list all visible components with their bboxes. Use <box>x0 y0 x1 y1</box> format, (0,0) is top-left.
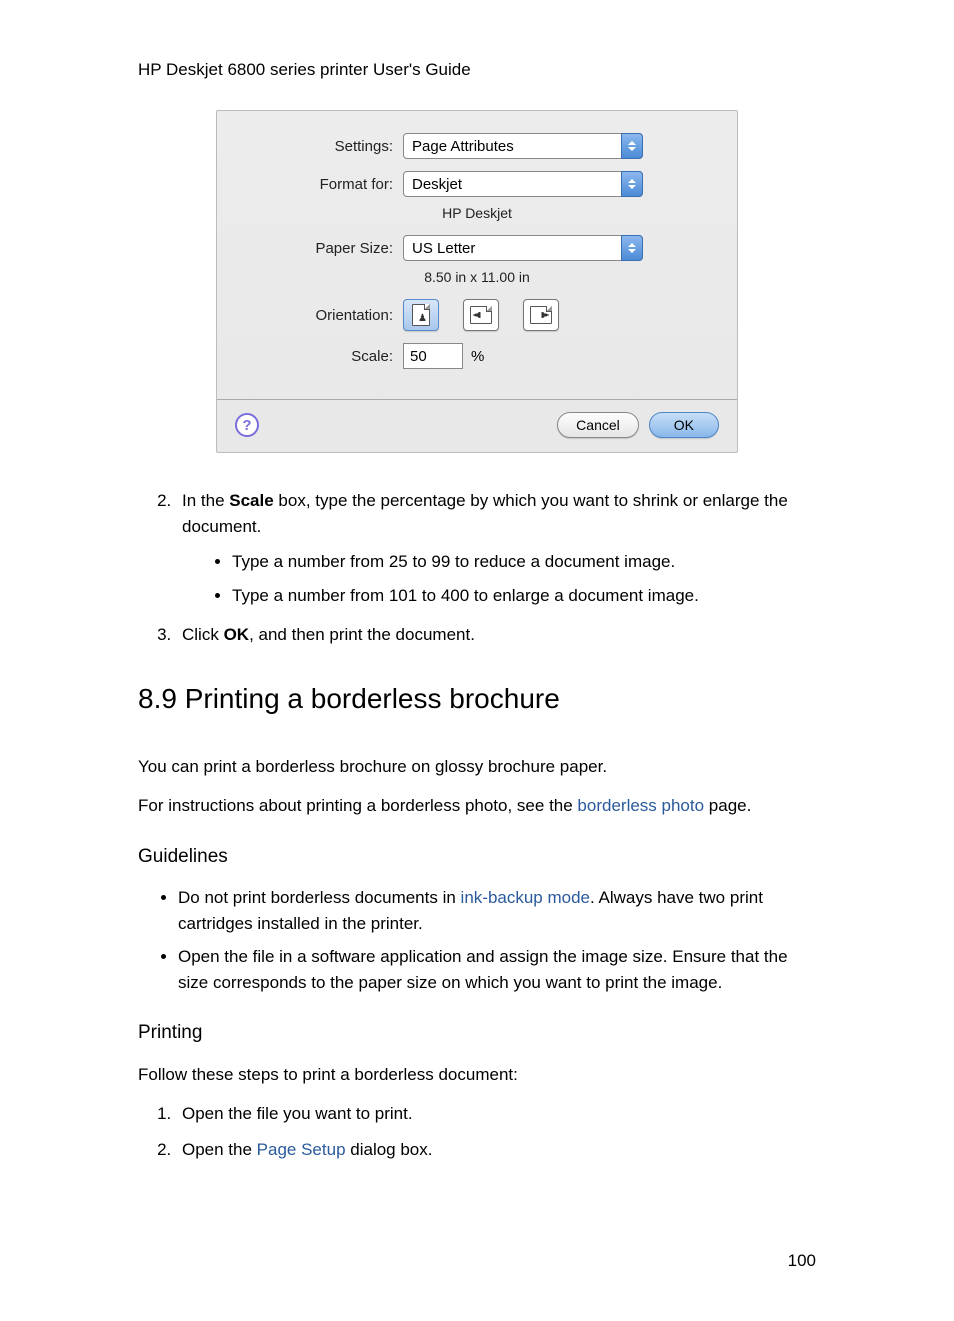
printing-step-1: Open the file you want to print. <box>176 1101 816 1127</box>
ok-button[interactable]: OK <box>649 412 719 438</box>
format-for-subtext: HP Deskjet <box>245 205 709 221</box>
guidelines-heading: Guidelines <box>138 843 816 872</box>
step-2-bullet-1: Type a number from 25 to 99 to reduce a … <box>232 549 816 575</box>
borderless-photo-link[interactable]: borderless photo <box>577 796 704 815</box>
intro-paragraph-2: For instructions about printing a border… <box>138 793 816 819</box>
orientation-landscape-right-button[interactable]: ♟ <box>523 299 559 331</box>
section-heading: 8.9 Printing a borderless brochure <box>138 678 816 720</box>
page-landscape-icon: ♟ <box>530 306 552 324</box>
scale-suffix: % <box>471 348 484 365</box>
scale-input[interactable] <box>403 343 463 369</box>
page-setup-dialog: Settings: Page Attributes Format for: De… <box>216 110 738 453</box>
chevron-updown-icon <box>621 171 643 197</box>
guideline-2: Open the file in a software application … <box>178 944 816 995</box>
orientation-portrait-button[interactable]: ♟ <box>403 299 439 331</box>
settings-select[interactable]: Page Attributes <box>403 133 643 159</box>
step-2-bullet-2: Type a number from 101 to 400 to enlarge… <box>232 583 816 609</box>
printing-intro: Follow these steps to print a borderless… <box>138 1062 816 1088</box>
guideline-1: Do not print borderless documents in ink… <box>178 885 816 936</box>
format-for-label: Format for: <box>245 176 403 193</box>
cancel-button[interactable]: Cancel <box>557 412 639 438</box>
page-header: HP Deskjet 6800 series printer User's Gu… <box>138 60 816 80</box>
chevron-updown-icon <box>621 235 643 261</box>
step-3: Click OK, and then print the document. <box>176 622 816 648</box>
paper-size-subtext: 8.50 in x 11.00 in <box>245 269 709 285</box>
orientation-landscape-left-button[interactable]: ♟ <box>463 299 499 331</box>
chevron-updown-icon <box>621 133 643 159</box>
page-landscape-icon: ♟ <box>470 306 492 324</box>
scale-label: Scale: <box>245 348 403 365</box>
paper-size-label: Paper Size: <box>245 240 403 257</box>
format-for-value: Deskjet <box>403 171 643 197</box>
paper-size-value: US Letter <box>403 235 643 261</box>
settings-label: Settings: <box>245 138 403 155</box>
orientation-label: Orientation: <box>245 307 403 324</box>
settings-value: Page Attributes <box>403 133 643 159</box>
printing-step-2: Open the Page Setup dialog box. <box>176 1137 816 1163</box>
ink-backup-mode-link[interactable]: ink-backup mode <box>461 888 590 907</box>
format-for-select[interactable]: Deskjet <box>403 171 643 197</box>
paper-size-select[interactable]: US Letter <box>403 235 643 261</box>
page-number: 100 <box>788 1251 816 1271</box>
help-button[interactable]: ? <box>235 413 259 437</box>
printing-heading: Printing <box>138 1019 816 1048</box>
intro-paragraph-1: You can print a borderless brochure on g… <box>138 754 816 780</box>
page-setup-link[interactable]: Page Setup <box>257 1140 346 1159</box>
step-2: In the Scale box, type the percentage by… <box>176 488 816 608</box>
page-portrait-icon: ♟ <box>412 304 430 326</box>
